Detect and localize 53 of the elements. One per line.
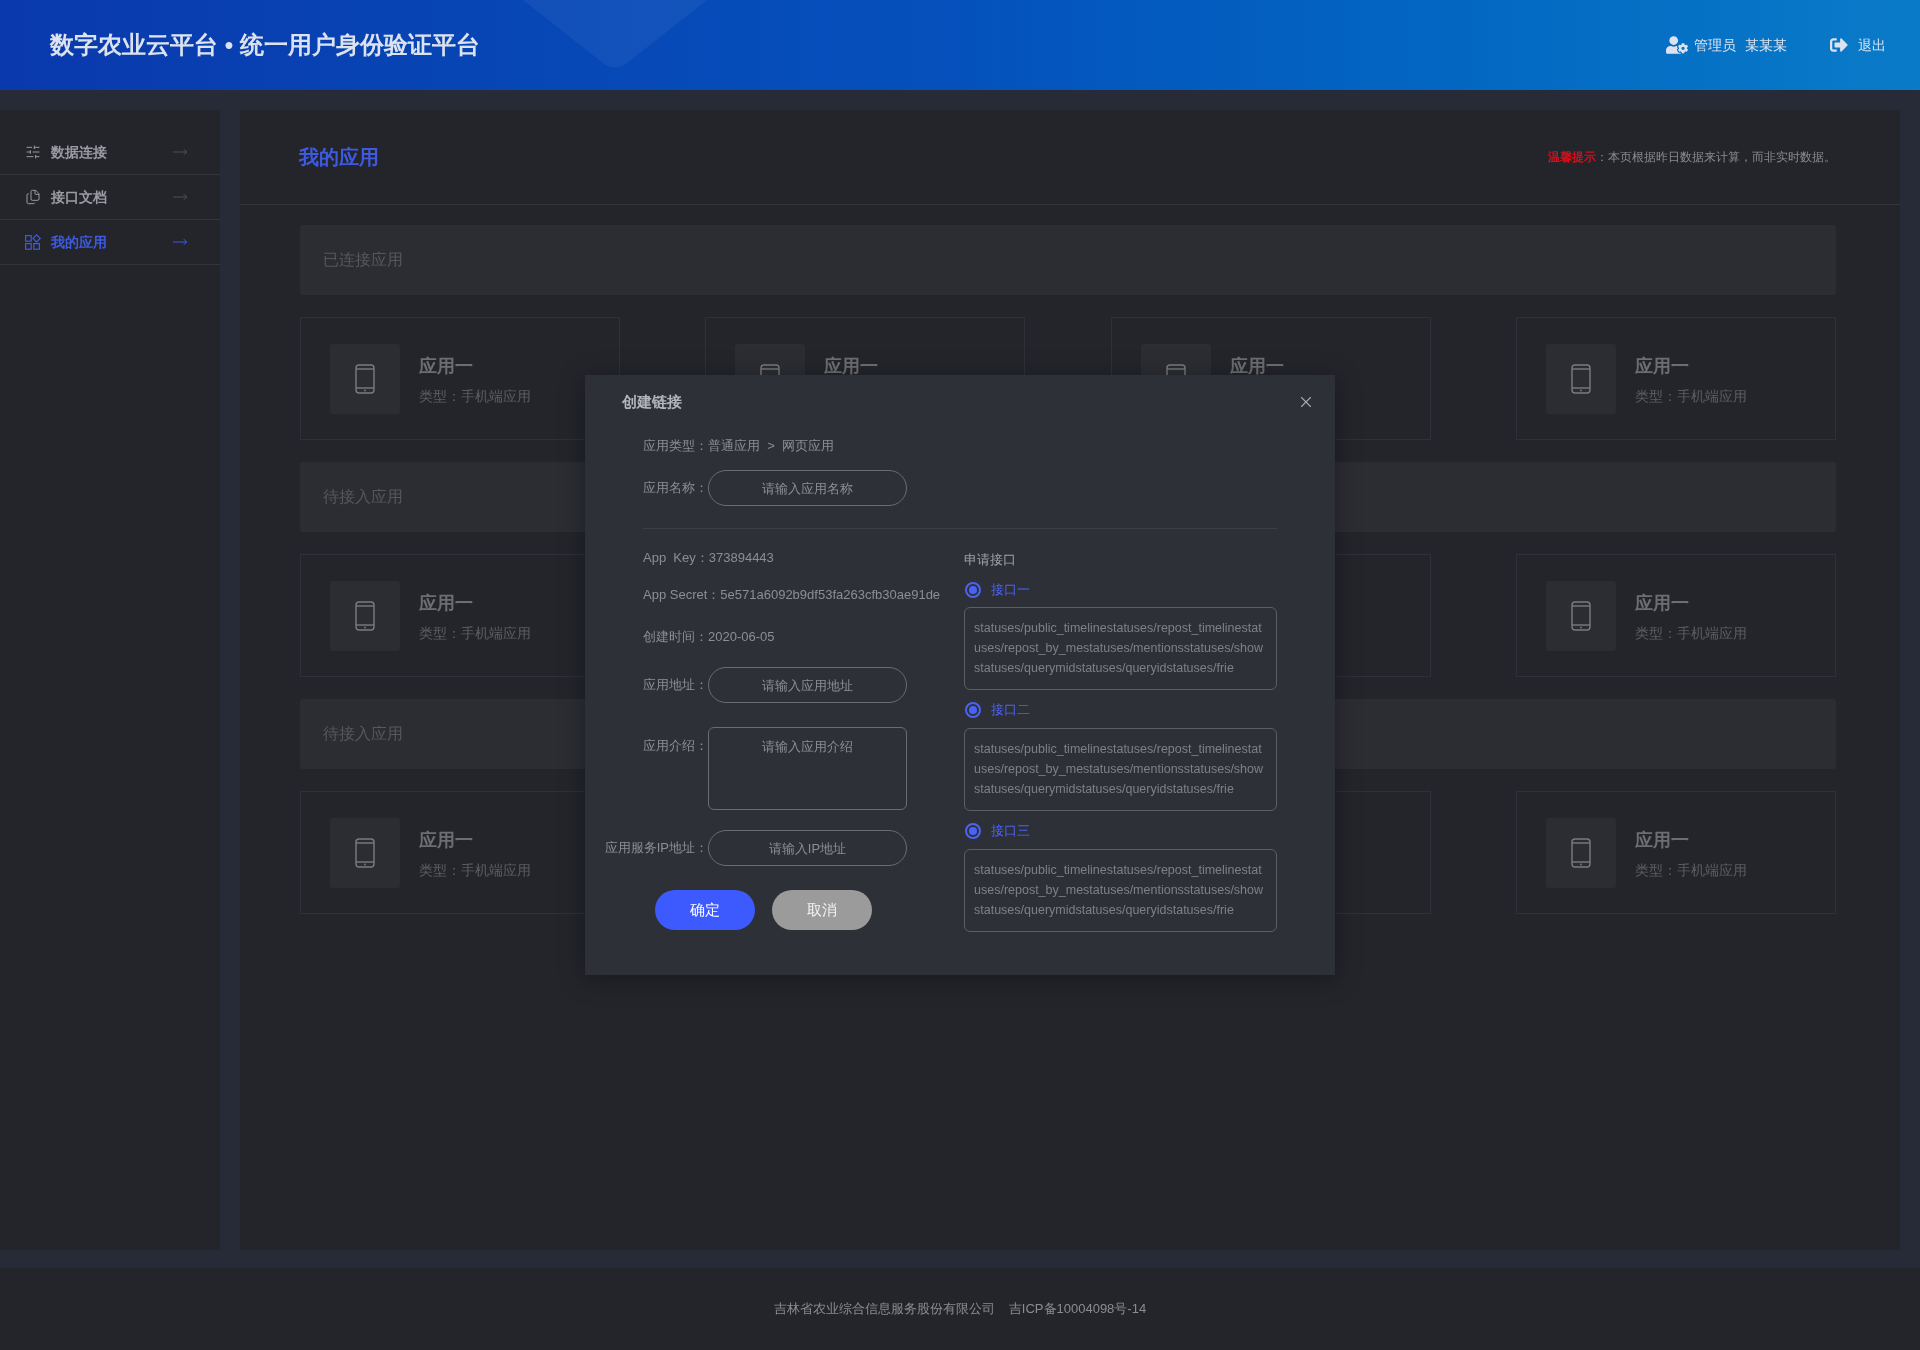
- sliders-icon: [25, 144, 41, 160]
- interface-textarea[interactable]: statuses/public_timelinestatuses/repost_timelinestatuses/repost_by_mestatuses/mentionsstatuses/showstatuses/querymidstatuses/queryidstatuses/frie: [964, 607, 1277, 690]
- platform-title: 数字农业云平台 • 统一用户身份验证平台: [50, 30, 480, 60]
- app-type-breadcrumb: 应用类型：普通应用 > 网页应用: [643, 437, 836, 455]
- app-title: 应用一: [419, 355, 474, 378]
- user-gear-icon: [1666, 35, 1688, 55]
- phone-icon: [1546, 817, 1616, 888]
- field-label: 应用地址：: [642, 676, 708, 694]
- interface-radio[interactable]: 接口一: [965, 581, 1277, 599]
- field-label: 应用服务IP地址：: [604, 839, 708, 857]
- app-title: 应用一: [1635, 592, 1690, 615]
- interface-radio[interactable]: 接口三: [965, 822, 1277, 840]
- app-title: 应用一: [1229, 355, 1284, 378]
- app-name-input[interactable]: 请输入应用名称: [708, 470, 907, 506]
- sidebar-item[interactable]: 我的应用: [0, 220, 220, 265]
- info-text: App Secret：5e571a6092b9df53fa263cfb30ae91de: [643, 586, 942, 604]
- sidebar-item[interactable]: 接口文档: [0, 175, 220, 220]
- phone-icon: [1546, 343, 1616, 414]
- field-label: 应用介绍：: [642, 737, 708, 755]
- interface-textarea[interactable]: statuses/public_timelinestatuses/repost_timelinestatuses/repost_by_mestatuses/mentionsstatuses/showstatuses/querymidstatuses/queryidstatuses/frie: [964, 849, 1277, 932]
- app-title: 应用一: [419, 592, 474, 615]
- logout-icon: [1829, 36, 1849, 54]
- logout-button[interactable]: 退出: [1829, 34, 1886, 56]
- interface-textarea[interactable]: statuses/public_timelinestatuses/repost_timelinestatuses/repost_by_mestatuses/mentionsstatuses/showstatuses/querymidstatuses/queryidstatuses/frie: [964, 728, 1277, 811]
- user-name: 某某某: [1745, 35, 1787, 55]
- notice-text: ：本页根据昨日数据来计算，而非实时数据。: [1596, 149, 1836, 166]
- textarea-field[interactable]: 请输入应用介绍: [708, 727, 907, 810]
- confirm-button[interactable]: 确定: [655, 890, 755, 930]
- documents-icon: [25, 189, 41, 205]
- app-title: 应用一: [1635, 829, 1690, 852]
- app-title: 应用一: [419, 829, 474, 852]
- interface-radio[interactable]: 接口二: [965, 701, 1277, 719]
- phone-icon: [330, 580, 400, 651]
- notice-label: 温馨提示: [1548, 149, 1596, 166]
- cancel-button[interactable]: 取消: [772, 890, 872, 930]
- info-text: App Key：373894443: [643, 549, 775, 567]
- apps-grid-icon: [25, 234, 41, 250]
- company-name: 吉林省农业综合信息服务股份有限公司: [773, 1300, 995, 1319]
- page-title: 我的应用: [299, 145, 379, 170]
- sidebar-item[interactable]: 数据连接: [0, 130, 220, 175]
- field-label: 应用名称：: [642, 479, 708, 497]
- interfaces-title: 申请接口: [964, 551, 1017, 569]
- phone-icon: [330, 817, 400, 888]
- phone-icon: [1546, 580, 1616, 651]
- dialog-title: 创建链接: [622, 392, 682, 412]
- app-title: 应用一: [1635, 355, 1690, 378]
- user-role: 管理员: [1694, 35, 1736, 55]
- text-input[interactable]: 请输入IP地址: [708, 830, 907, 866]
- info-text: 创建时间：2020-06-05: [643, 628, 776, 646]
- icp-number: 吉ICP备10004098号-14: [1008, 1300, 1147, 1319]
- phone-icon: [330, 343, 400, 414]
- app-title: 应用一: [824, 355, 879, 378]
- text-input[interactable]: 请输入应用地址: [708, 667, 907, 703]
